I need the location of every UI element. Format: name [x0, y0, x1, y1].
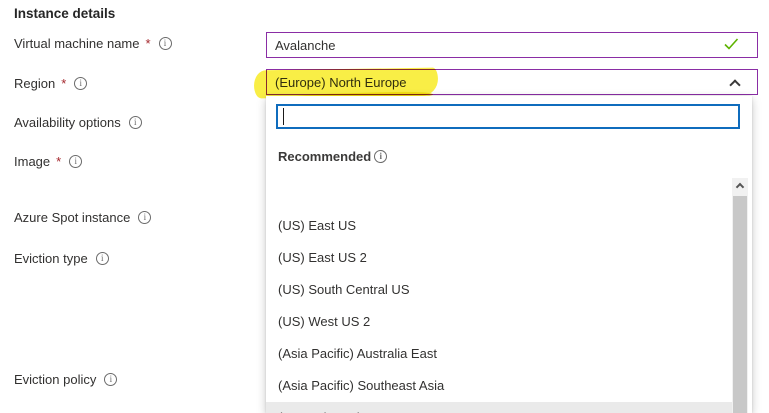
info-icon[interactable]: i	[374, 150, 387, 163]
field-label-image: Image * i	[14, 154, 82, 169]
region-dropdown-panel: Recommended i (US) East US (US) East US …	[266, 96, 752, 413]
eviction-policy-label: Eviction policy	[14, 372, 96, 387]
region-option[interactable]: (US) East US	[266, 210, 732, 242]
info-icon[interactable]: i	[74, 77, 87, 90]
field-label-eviction-policy: Eviction policy i	[14, 372, 117, 387]
field-label-eviction-type: Eviction type i	[14, 251, 109, 266]
spot-label: Azure Spot instance	[14, 210, 130, 225]
scrollbar-thumb[interactable]	[733, 196, 747, 413]
vm-create-form: Instance details Virtual machine name * i…	[0, 0, 769, 413]
info-icon[interactable]: i	[96, 252, 109, 265]
info-icon[interactable]: i	[138, 211, 151, 224]
eviction-type-label: Eviction type	[14, 251, 88, 266]
region-option[interactable]: (Europe) North Europe	[266, 402, 732, 413]
group-header-recommended: Recommended i	[266, 142, 732, 170]
region-option[interactable]: (US) East US 2	[266, 242, 732, 274]
region-combobox[interactable]: (Europe) North Europe	[266, 69, 758, 95]
info-icon[interactable]: i	[159, 37, 172, 50]
field-label-vm-name: Virtual machine name * i	[14, 36, 172, 51]
info-icon[interactable]: i	[129, 116, 142, 129]
vm-name-value: Avalanche	[275, 38, 724, 53]
image-label: Image	[14, 154, 50, 169]
vm-name-input[interactable]: Avalanche	[266, 32, 758, 58]
availability-label: Availability options	[14, 115, 121, 130]
section-title: Instance details	[14, 6, 115, 21]
field-label-availability: Availability options i	[14, 115, 142, 130]
region-label: Region	[14, 76, 55, 91]
chevron-up-icon	[735, 183, 743, 191]
required-marker: *	[61, 76, 66, 91]
info-icon[interactable]: i	[104, 373, 117, 386]
region-option[interactable]: (Asia Pacific) Southeast Asia	[266, 370, 732, 402]
scrollbar-up-arrow[interactable]	[732, 178, 748, 194]
field-label-region: Region * i	[14, 76, 87, 91]
region-option[interactable]: (US) South Central US	[266, 274, 732, 306]
required-marker: *	[56, 154, 61, 169]
vm-name-label: Virtual machine name	[14, 36, 140, 51]
region-selected-value: (Europe) North Europe	[275, 75, 749, 90]
text-cursor	[283, 108, 284, 125]
region-option[interactable]: (Asia Pacific) Australia East	[266, 338, 732, 370]
field-label-spot: Azure Spot instance i	[14, 210, 151, 225]
info-icon[interactable]: i	[69, 155, 82, 168]
region-list: Recommended i (US) East US (US) East US …	[266, 136, 752, 413]
required-marker: *	[146, 36, 151, 51]
dropdown-scrollbar[interactable]	[732, 178, 748, 413]
valid-checkmark-icon	[724, 38, 739, 53]
region-option[interactable]: (US) West US 2	[266, 306, 732, 338]
region-search-input[interactable]	[276, 104, 740, 129]
